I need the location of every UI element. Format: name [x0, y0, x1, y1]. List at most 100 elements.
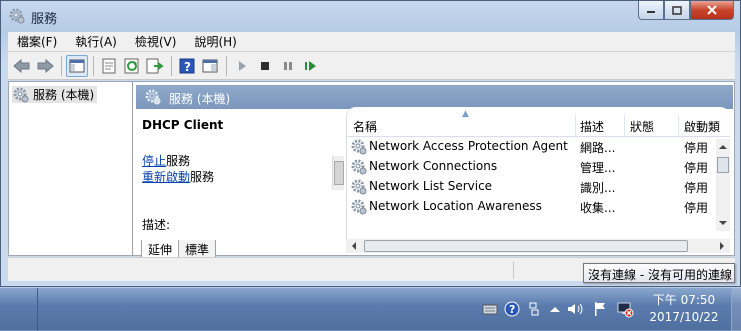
restart-service-button[interactable] — [300, 55, 322, 77]
scroll-left-icon — [352, 242, 356, 250]
minimize-button[interactable] — [638, 1, 664, 20]
restart-icon — [305, 60, 316, 71]
scroll-down-icon — [719, 221, 727, 225]
column-header: ▲ 名稱 描述 狀態 啟動類 — [347, 109, 730, 137]
column-divider[interactable] — [575, 115, 576, 137]
stop-icon — [261, 61, 269, 70]
scroll-right-icon — [720, 242, 724, 250]
ime-indicator-icon[interactable] — [525, 300, 543, 318]
maximize-button[interactable] — [664, 1, 690, 20]
sort-ascending-icon: ▲ — [462, 109, 469, 119]
services-pane: 服務 (本機) DHCP Client 停止服務 重新啟動服務 描述: 延伸 標… — [136, 85, 733, 259]
console-tree-icon — [69, 59, 85, 72]
service-gear-icon — [351, 179, 367, 195]
service-description: 收集... — [580, 201, 616, 215]
service-startup-type: 停用 — [684, 161, 709, 175]
start-service-button[interactable] — [231, 55, 253, 77]
show-hide-console-tree-button[interactable] — [66, 54, 88, 77]
column-status[interactable]: 狀態 — [630, 118, 654, 135]
service-gear-icon — [351, 159, 367, 175]
refresh-button[interactable] — [121, 55, 143, 77]
action-pane-button[interactable] — [199, 55, 221, 77]
menu-file[interactable]: 檔案(F) — [8, 33, 66, 50]
selected-service-name: DHCP Client — [142, 118, 224, 132]
service-gear-icon — [351, 199, 367, 215]
show-desktop-button[interactable] — [731, 288, 741, 331]
stop-service-button[interactable] — [254, 55, 276, 77]
stop-action-row: 停止服務 — [142, 152, 190, 169]
services-gear-icon — [9, 8, 25, 24]
restart-suffix: 服務 — [190, 170, 215, 184]
pane-header-title: 服務 (本機) — [169, 92, 231, 106]
service-name: Network Location Awareness — [369, 199, 542, 213]
help-tray-icon[interactable]: ? — [503, 300, 521, 318]
column-divider[interactable] — [678, 115, 679, 137]
main-content: 服務 (本機) 服務 (本機) DHCP Client 停止服務 重新啟動服務 — [8, 81, 735, 259]
scrollbar-thumb[interactable] — [364, 240, 688, 252]
service-description: 網路... — [580, 141, 616, 155]
action-pane-icon — [202, 59, 218, 72]
toolbar-separator — [93, 55, 94, 76]
column-description[interactable]: 描述 — [580, 118, 604, 135]
console-tree-pane: 服務 (本機) — [9, 82, 133, 255]
column-startup-type[interactable]: 啟動類 — [684, 118, 720, 135]
back-icon — [13, 58, 30, 73]
scrollbar-thumb[interactable] — [717, 157, 729, 173]
window-title: 服務 — [31, 12, 58, 27]
service-startup-type: 停用 — [684, 201, 709, 215]
taskbar-clock[interactable]: 下午 07:50 2017/10/22 — [645, 292, 723, 326]
minimize-icon — [647, 11, 655, 13]
table-row[interactable]: Network Access Protection Agent 網路... 停用 — [347, 137, 730, 157]
close-icon — [707, 5, 717, 15]
table-row[interactable]: Network List Service 識別... 停用 — [347, 177, 730, 197]
close-button[interactable] — [690, 1, 734, 20]
taskbar: ? 下午 07:50 2017/10/22 — [0, 287, 741, 331]
volume-icon[interactable] — [567, 300, 585, 318]
show-hidden-icons-icon[interactable] — [546, 300, 564, 318]
restart-service-link[interactable]: 重新啟動 — [142, 170, 190, 184]
toolbar-separator — [171, 55, 172, 76]
forward-button[interactable] — [34, 55, 56, 77]
scrollbar-thumb[interactable] — [334, 161, 344, 185]
clock-date: 2017/10/22 — [649, 310, 719, 324]
status-divider — [513, 261, 514, 279]
back-button[interactable] — [11, 55, 33, 77]
network-disconnected-icon[interactable] — [616, 300, 634, 318]
maximize-icon — [672, 5, 682, 15]
network-tooltip: 沒有連線 - 沒有可用的連線 — [583, 263, 735, 283]
list-horizontal-scrollbar[interactable] — [346, 239, 730, 253]
title-bar[interactable]: 服務 — [1, 1, 740, 31]
description-scrollbar[interactable] — [332, 156, 344, 190]
keyboard-icon[interactable] — [481, 300, 499, 318]
menu-view[interactable]: 檢視(V) — [126, 33, 186, 50]
clock-time: 下午 07:50 — [652, 293, 716, 307]
list-vertical-scrollbar[interactable] — [716, 139, 730, 231]
menu-bar: 檔案(F) 執行(A) 檢視(V) 說明(H) — [8, 32, 735, 52]
action-center-flag-icon[interactable] — [591, 300, 609, 318]
properties-button[interactable] — [98, 55, 120, 77]
table-row[interactable]: Network Connections 管理... 停用 — [347, 157, 730, 177]
column-name[interactable]: 名稱 — [353, 118, 377, 135]
menu-help[interactable]: 說明(H) — [185, 33, 245, 50]
properties-icon — [102, 58, 116, 73]
services-gear-icon — [145, 89, 161, 105]
table-row[interactable]: Network Location Awareness 收集... 停用 — [347, 197, 730, 217]
restart-action-row: 重新啟動服務 — [142, 168, 214, 185]
taskbar-divider — [37, 288, 38, 331]
service-startup-type: 停用 — [684, 141, 709, 155]
service-description: 管理... — [580, 161, 616, 175]
tree-item-services-local[interactable]: 服務 (本機) — [12, 86, 98, 103]
scroll-up-icon — [719, 145, 727, 149]
service-name: Network Connections — [369, 159, 498, 173]
start-icon — [239, 60, 246, 71]
forward-icon — [37, 58, 54, 73]
column-divider[interactable] — [624, 115, 625, 137]
pause-service-button[interactable] — [277, 55, 299, 77]
tree-item-label: 服務 (本機) — [33, 88, 95, 102]
help-button[interactable]: ? — [176, 55, 198, 77]
export-list-button[interactable] — [144, 55, 166, 77]
toolbar-separator — [226, 55, 227, 76]
service-gear-icon — [351, 139, 367, 155]
stop-service-link[interactable]: 停止 — [142, 154, 166, 168]
menu-action[interactable]: 執行(A) — [66, 33, 126, 50]
